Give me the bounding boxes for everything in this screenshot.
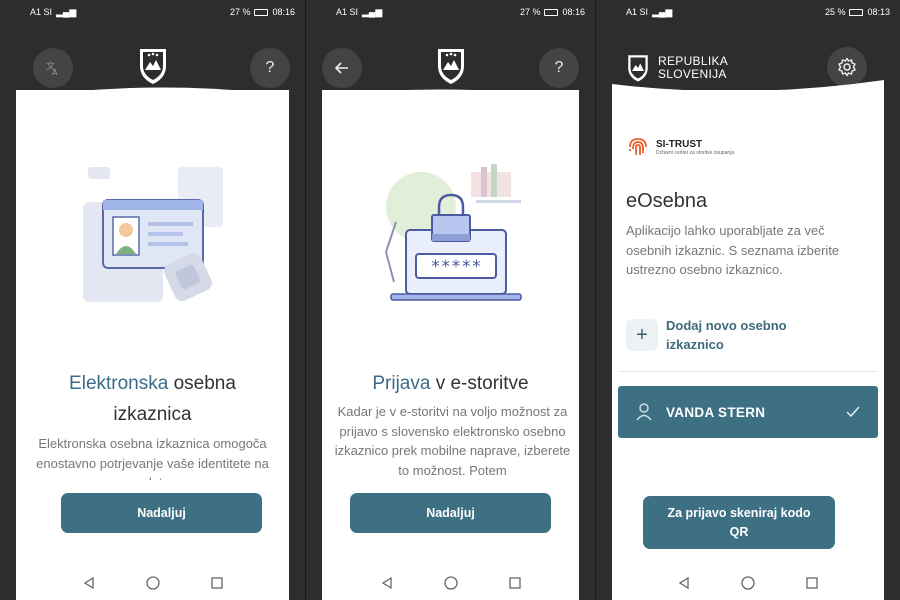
- android-nav-bar: [306, 566, 595, 600]
- square-recents-icon: [508, 577, 521, 589]
- nav-home-button[interactable]: [738, 573, 758, 593]
- nav-back-button[interactable]: [79, 573, 99, 593]
- nav-recents-button[interactable]: [207, 573, 227, 593]
- triangle-back-icon: [678, 577, 689, 589]
- help-icon: ?: [265, 59, 275, 76]
- fingerprint-icon: [629, 138, 647, 155]
- id-card-list-item-selected[interactable]: VANDA STERN: [618, 386, 878, 438]
- scan-qr-button[interactable]: Za prijavo skeniraj kodo QR: [643, 496, 835, 549]
- battery-percent: 27 %: [229, 7, 251, 17]
- status-bar: A1 SI ▂▄▆ 25 % 08:13: [596, 0, 900, 24]
- help-icon: ?: [554, 59, 564, 76]
- svg-text:A: A: [52, 68, 58, 76]
- carrier-label: A1 SI: [336, 7, 359, 17]
- status-bar: A1 SI ▂▄▆ 27 % 08:16: [0, 0, 305, 24]
- signal-icon: ▂▄▆: [56, 6, 77, 17]
- si-trust-name: SI-TRUST: [656, 138, 703, 150]
- nav-back-button[interactable]: [674, 573, 694, 593]
- battery-icon: [544, 8, 559, 16]
- si-trust-subtitle: Državni center za storitve zaupanja: [656, 149, 735, 156]
- signal-icon: ▂▄▆: [362, 6, 383, 17]
- circle-home-icon: [145, 576, 160, 590]
- onboarding-description: Kadar je v e-storitvi na voljo možnost z…: [334, 404, 571, 478]
- circle-home-icon: [443, 576, 458, 590]
- plus-icon: +: [626, 319, 658, 351]
- clock: 08:13: [867, 7, 890, 17]
- circle-home-icon: [741, 576, 755, 590]
- triangle-back-icon: [381, 577, 392, 589]
- add-new-id-label: Dodaj novo osebno izkaznico: [666, 318, 787, 352]
- continue-button[interactable]: Nadaljuj: [350, 493, 551, 533]
- onboarding-description: Elektronska osebna izkaznica omogoča eno…: [36, 436, 269, 480]
- wave-divider: [596, 78, 884, 118]
- checkmark-icon: [846, 406, 860, 418]
- continue-button[interactable]: Nadaljuj: [61, 493, 262, 533]
- nav-back-button[interactable]: [377, 573, 397, 593]
- clock: 08:16: [562, 7, 585, 17]
- page-description: Aplikacijo lahko uporabljate za več oseb…: [626, 223, 840, 277]
- id-card-illustration: [78, 162, 228, 312]
- nav-home-button[interactable]: [143, 573, 163, 593]
- settings-gear-icon: [838, 57, 856, 77]
- android-nav-bar: [0, 566, 305, 600]
- divider-line: [618, 371, 878, 372]
- nav-recents-button[interactable]: [802, 573, 822, 593]
- battery-percent: 27 %: [519, 7, 541, 17]
- password-mask: *****: [430, 257, 481, 277]
- android-nav-bar: [596, 566, 900, 600]
- si-trust-logo: SI-TRUST Državni center za storitve zaupa…: [626, 135, 734, 159]
- wave-divider: [16, 87, 289, 118]
- phone-screen-eservices-login: A1 SI ▂▄▆ 27 % 08:16 ? ***** Prijava v e…: [306, 0, 595, 600]
- square-recents-icon: [210, 577, 223, 589]
- add-new-id-button[interactable]: + Dodaj novo osebno izkaznico: [626, 316, 806, 354]
- id-holder-name: VANDA STERN: [666, 404, 766, 420]
- nav-home-button[interactable]: [441, 573, 461, 593]
- title-accent: Elektronska: [69, 373, 169, 394]
- square-recents-icon: [806, 577, 818, 589]
- translate-icon: 文A: [46, 60, 58, 76]
- page-title: eOsebna: [626, 190, 708, 212]
- battery-icon: [254, 8, 269, 16]
- carrier-label: A1 SI: [626, 7, 649, 17]
- signal-icon: ▂▄▆: [652, 6, 673, 17]
- carrier-label: A1 SI: [30, 7, 53, 17]
- battery-percent: 25 %: [824, 7, 846, 17]
- laptop-lock-illustration: *****: [376, 162, 526, 312]
- phone-screen-intro-eid: A1 SI ▂▄▆ 27 % 08:16 文A ? Elektronska os…: [0, 0, 305, 600]
- back-arrow-icon: [334, 62, 348, 74]
- wave-divider: [322, 89, 579, 118]
- battery-icon: [849, 8, 864, 16]
- triangle-back-icon: [83, 577, 94, 589]
- clock: 08:16: [272, 7, 295, 17]
- title-rest: v e-storitve: [430, 373, 529, 394]
- nav-recents-button[interactable]: [505, 573, 525, 593]
- onboarding-title: Prijava v e-storitve: [326, 368, 575, 399]
- person-icon: [636, 403, 652, 421]
- onboarding-title: Elektronska osebna izkaznica: [30, 368, 275, 430]
- status-bar: A1 SI ▂▄▆ 27 % 08:16: [306, 0, 595, 24]
- title-accent: Prijava: [372, 373, 431, 394]
- phone-screen-eosebna-select: A1 SI ▂▄▆ 25 % 08:13 REPUBLIKA SLOVENIJA SI…: [596, 0, 900, 600]
